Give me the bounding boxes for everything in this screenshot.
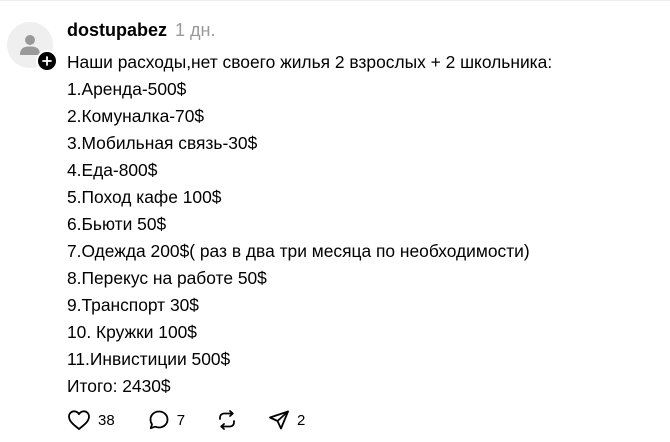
post-text-line: 2.Комуналка-70$ bbox=[67, 106, 205, 126]
share-button[interactable]: 2 bbox=[267, 408, 305, 432]
follow-button[interactable] bbox=[36, 50, 58, 72]
share-count: 2 bbox=[297, 411, 306, 429]
post-body: Наши расходы,нет своего жилья 2 взрослых… bbox=[67, 49, 662, 400]
post-text-line: 5.Поход кафе 100$ bbox=[67, 187, 222, 207]
heart-icon bbox=[68, 410, 90, 430]
post-timestamp[interactable]: 1 дн. bbox=[175, 20, 215, 41]
like-count: 38 bbox=[98, 411, 115, 429]
post-header: dostupabez 1 дн. bbox=[67, 20, 662, 44]
post-text-line: 7.Одежда 200$( раз в два три месяца по н… bbox=[67, 241, 530, 261]
username-link[interactable]: dostupabez bbox=[67, 20, 167, 41]
reply-button[interactable]: 7 bbox=[147, 408, 185, 432]
avatar[interactable] bbox=[7, 22, 58, 72]
post-text-line: 11.Инвистиции 500$ bbox=[67, 349, 231, 369]
speech-bubble-icon bbox=[149, 410, 169, 430]
post-text-line: Наши расходы,нет своего жилья 2 взрослых… bbox=[67, 52, 553, 72]
post-text-line: 8.Перекус на работе 50$ bbox=[67, 268, 267, 288]
action-bar: 38 7 2 bbox=[66, 407, 305, 433]
reply-count: 7 bbox=[176, 411, 186, 429]
post-text-line: 6.Бьюти 50$ bbox=[67, 214, 167, 234]
post-text-line: 4.Еда-800$ bbox=[67, 160, 158, 180]
paper-plane-icon bbox=[269, 410, 289, 430]
post-text-line: 3.Мобильная связь-30$ bbox=[67, 133, 258, 153]
repost-button[interactable] bbox=[215, 408, 239, 432]
top-divider bbox=[0, 0, 670, 1]
plus-icon bbox=[42, 56, 52, 66]
repost-arrows-icon bbox=[219, 410, 235, 430]
post-text-line: Итого: 2430$ bbox=[67, 376, 171, 396]
post-text-line: 10. Кружки 100$ bbox=[67, 322, 197, 342]
post-text-line: 9.Транспорт 30$ bbox=[67, 295, 199, 315]
post: dostupabez 1 дн. Наши расходы,нет своего… bbox=[67, 20, 662, 400]
like-button[interactable]: 38 bbox=[66, 407, 115, 433]
post-text-line: 1.Аренда-500$ bbox=[67, 79, 187, 99]
